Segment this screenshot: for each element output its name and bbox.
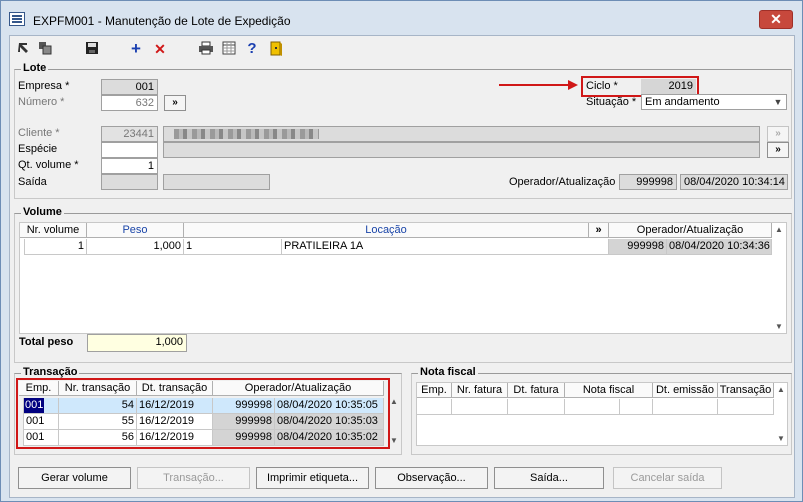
atualizacao-field[interactable]: 08/04/2020 10:34:14 xyxy=(680,174,788,190)
imprimir-etiqueta-button[interactable]: Imprimir etiqueta... xyxy=(256,467,369,489)
nota-scrollbar[interactable]: ▲ ▼ xyxy=(774,383,788,445)
volume-col-nr[interactable]: Nr. volume xyxy=(20,223,87,238)
cliente-name-field[interactable] xyxy=(163,126,760,142)
nota-empty-cell[interactable] xyxy=(718,399,774,415)
nota-col-nr-fatura[interactable]: Nr. fatura xyxy=(452,383,508,398)
nota-col-dt-fatura[interactable]: Dt. fatura xyxy=(508,383,565,398)
observacao-button[interactable]: Observação... xyxy=(375,467,488,489)
cliente-lookup-button[interactable]: » xyxy=(767,126,789,142)
chevron-down-icon[interactable]: ▼ xyxy=(771,96,785,108)
copy-icon[interactable] xyxy=(37,41,53,57)
especie-field[interactable] xyxy=(101,142,158,158)
numero-label: Número * xyxy=(18,96,65,108)
gerar-volume-button[interactable]: Gerar volume xyxy=(18,467,131,489)
situacao-label: Situação * xyxy=(586,96,637,108)
situacao-value: Em andamento xyxy=(645,96,720,108)
volume-row-data: 08/04/2020 10:34:36 xyxy=(667,239,772,255)
especie-description-field[interactable] xyxy=(163,142,760,158)
numero-field[interactable]: 632 xyxy=(101,95,158,111)
exit-icon[interactable] xyxy=(268,41,284,57)
especie-lookup-button[interactable]: » xyxy=(767,142,789,158)
volume-title: Volume xyxy=(21,206,64,218)
volume-row-loc-code[interactable]: 1 xyxy=(184,239,282,255)
qt-volume-label: Qt. volume * xyxy=(18,159,79,171)
nota-col-emp[interactable]: Emp. xyxy=(417,383,452,398)
nota-empty-cell[interactable] xyxy=(452,399,508,415)
situacao-select[interactable]: Em andamento ▼ xyxy=(641,94,787,110)
numero-lookup-button[interactable]: » xyxy=(164,95,186,111)
lote-title: Lote xyxy=(21,62,49,74)
nota-col-transacao[interactable]: Transação xyxy=(718,383,774,398)
transacao-highlight-box xyxy=(16,378,390,449)
help-icon[interactable]: ? xyxy=(244,41,260,57)
qt-volume-field[interactable]: 1 xyxy=(101,158,158,174)
scroll-up-icon[interactable]: ▲ xyxy=(774,385,788,394)
volume-row-peso[interactable]: 1,000 xyxy=(87,239,184,255)
window-title: EXPFM001 - Manutenção de Lote de Expediç… xyxy=(33,14,291,28)
nota-fiscal-title: Nota fiscal xyxy=(418,366,478,378)
app-window: EXPFM001 - Manutenção de Lote de Expediç… xyxy=(0,0,803,502)
volume-row-loc-name[interactable]: PRATILEIRA 1A xyxy=(282,239,609,255)
volume-col-operador[interactable]: Operador/Atualização xyxy=(609,223,772,238)
saida-date-field[interactable] xyxy=(163,174,270,190)
ciclo-label: Ciclo * xyxy=(586,80,618,92)
cliente-label: Cliente * xyxy=(18,127,60,139)
scroll-down-icon[interactable]: ▼ xyxy=(774,434,788,443)
nota-empty-cell[interactable] xyxy=(565,399,620,415)
empresa-field[interactable]: 001 xyxy=(101,79,158,95)
operador-field[interactable]: 999998 xyxy=(619,174,677,190)
transacao-title: Transação xyxy=(21,366,80,378)
volume-col-peso[interactable]: Peso xyxy=(87,223,184,238)
app-icon xyxy=(9,12,25,26)
saida-field[interactable] xyxy=(101,174,158,190)
transacao-button[interactable]: Transação... xyxy=(137,467,250,489)
add-icon[interactable]: + xyxy=(128,40,144,57)
total-peso-label: Total peso xyxy=(19,336,74,348)
navigate-icon[interactable] xyxy=(16,41,32,57)
annotation-arrow-head xyxy=(568,80,578,90)
volume-row-operador: 999998 xyxy=(609,239,667,255)
scroll-up-icon[interactable]: ▲ xyxy=(772,225,786,234)
blurred-client-name xyxy=(174,129,319,139)
toolbar: + ✕ ? xyxy=(10,36,794,61)
annotation-arrow-line xyxy=(499,84,569,86)
volume-grid: Nr. volume Peso Locação » Operador/Atual… xyxy=(19,222,787,334)
table-icon[interactable] xyxy=(221,41,237,57)
form-client-area: + ✕ ? Lote Empresa * 001 Número * 632 » … xyxy=(9,35,795,498)
cancelar-saida-button[interactable]: Cancelar saída xyxy=(613,467,722,489)
nota-col-dt-emissao[interactable]: Dt. emissão xyxy=(653,383,718,398)
volume-col-locacao[interactable]: Locação xyxy=(184,223,589,238)
close-button[interactable]: ✕ xyxy=(759,10,793,29)
volume-row-nr[interactable]: 1 xyxy=(24,239,87,255)
volume-scrollbar[interactable]: ▲ ▼ xyxy=(772,223,786,333)
nota-empty-cell[interactable] xyxy=(653,399,718,415)
saida-button[interactable]: Saída... xyxy=(494,467,604,489)
volume-col-expand[interactable]: » xyxy=(589,223,609,238)
ciclo-field[interactable]: 2019 xyxy=(641,79,696,95)
nota-col-nota-fiscal[interactable]: Nota fiscal xyxy=(565,383,653,398)
delete-icon[interactable]: ✕ xyxy=(152,41,168,57)
empresa-label: Empresa * xyxy=(18,80,70,92)
especie-label: Espécie xyxy=(18,143,58,155)
operador-label: Operador/Atualização xyxy=(509,176,616,188)
save-icon[interactable] xyxy=(84,41,100,57)
nota-empty-cell[interactable] xyxy=(508,399,565,415)
cliente-field[interactable]: 23441 xyxy=(101,126,158,142)
print-icon[interactable] xyxy=(198,41,214,57)
nota-empty-cell[interactable] xyxy=(620,399,653,415)
title-bar: EXPFM001 - Manutenção de Lote de Expediç… xyxy=(1,1,802,35)
saida-label: Saída xyxy=(18,176,47,188)
nota-fiscal-grid: Emp. Nr. fatura Dt. fatura Nota fiscal D… xyxy=(416,382,788,446)
scroll-down-icon[interactable]: ▼ xyxy=(772,322,786,331)
nota-empty-cell[interactable] xyxy=(417,399,452,415)
total-peso-field: 1,000 xyxy=(87,334,187,352)
